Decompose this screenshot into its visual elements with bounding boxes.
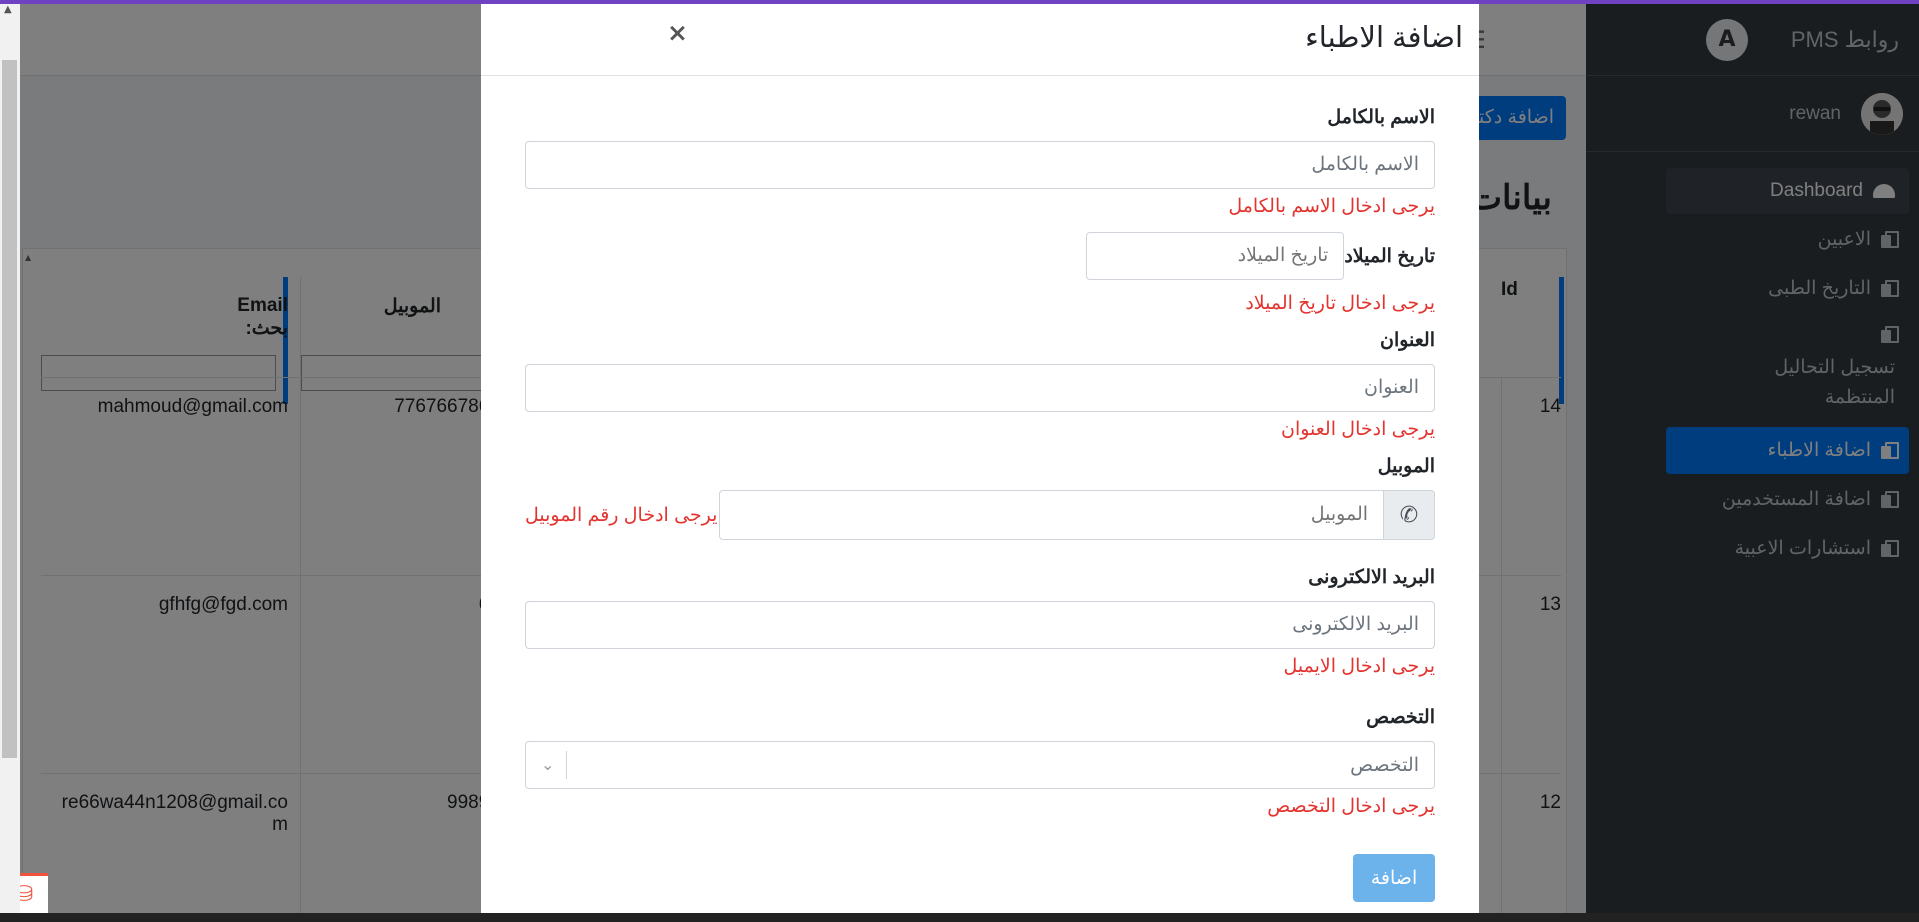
dob-row: تاريخ الميلاد xyxy=(525,232,1435,280)
modal-title: اضافة الاطباء xyxy=(1305,22,1463,54)
specialty-label: التخصص xyxy=(1366,707,1435,728)
dob-error: يرجى ادخال تاريخ الميلاد xyxy=(1245,293,1435,314)
mobile-input[interactable] xyxy=(719,490,1384,540)
mobile-label: الموبيل xyxy=(1377,456,1435,477)
chevron-down-icon[interactable]: ⌄ xyxy=(541,751,568,779)
address-label: العنوان xyxy=(1379,330,1435,351)
email-label: البريد الالكترونى xyxy=(1308,567,1435,588)
taskbar-edge xyxy=(0,913,1919,922)
address-error: يرجى ادخال العنوان xyxy=(1280,419,1435,440)
fullname-error: يرجى ادخال الاسم بالكامل xyxy=(1228,196,1435,217)
fullname-input[interactable] xyxy=(525,141,1435,189)
scroll-up-icon[interactable]: ▲ xyxy=(4,4,12,15)
add-doctor-modal: اضافة الاطباء × الاسم بالكامل يرجى ادخال… xyxy=(481,4,1479,916)
close-icon[interactable]: × xyxy=(667,18,688,47)
dob-label: تاريخ الميلاد xyxy=(1344,245,1435,267)
window-scrollbar[interactable]: ▲ xyxy=(0,0,20,922)
mobile-error: يرجى ادخال رقم الموبيل xyxy=(525,504,718,526)
top-accent-bar xyxy=(0,0,1919,4)
dob-input[interactable] xyxy=(1086,232,1345,280)
specialty-placeholder: التخصص xyxy=(1350,754,1419,776)
specialty-select[interactable]: التخصص ⌄ xyxy=(525,741,1435,789)
modal-header: اضافة الاطباء × xyxy=(481,4,1479,76)
specialty-error: يرجى ادخال التخصص xyxy=(1267,796,1435,817)
fullname-label: الاسم بالكامل xyxy=(1327,107,1435,128)
submit-button[interactable]: اضافة xyxy=(1353,854,1435,902)
mobile-row: ✆ يرجى ادخال رقم الموبيل xyxy=(525,490,1435,540)
phone-icon: ✆ xyxy=(1383,490,1435,540)
modal-body: الاسم بالكامل يرجى ادخال الاسم بالكامل ت… xyxy=(481,76,1479,902)
email-input[interactable] xyxy=(525,601,1435,649)
scrollbar-thumb[interactable] xyxy=(2,60,17,758)
address-input[interactable] xyxy=(525,364,1435,412)
email-error: يرجى ادخال الايميل xyxy=(1283,656,1436,677)
